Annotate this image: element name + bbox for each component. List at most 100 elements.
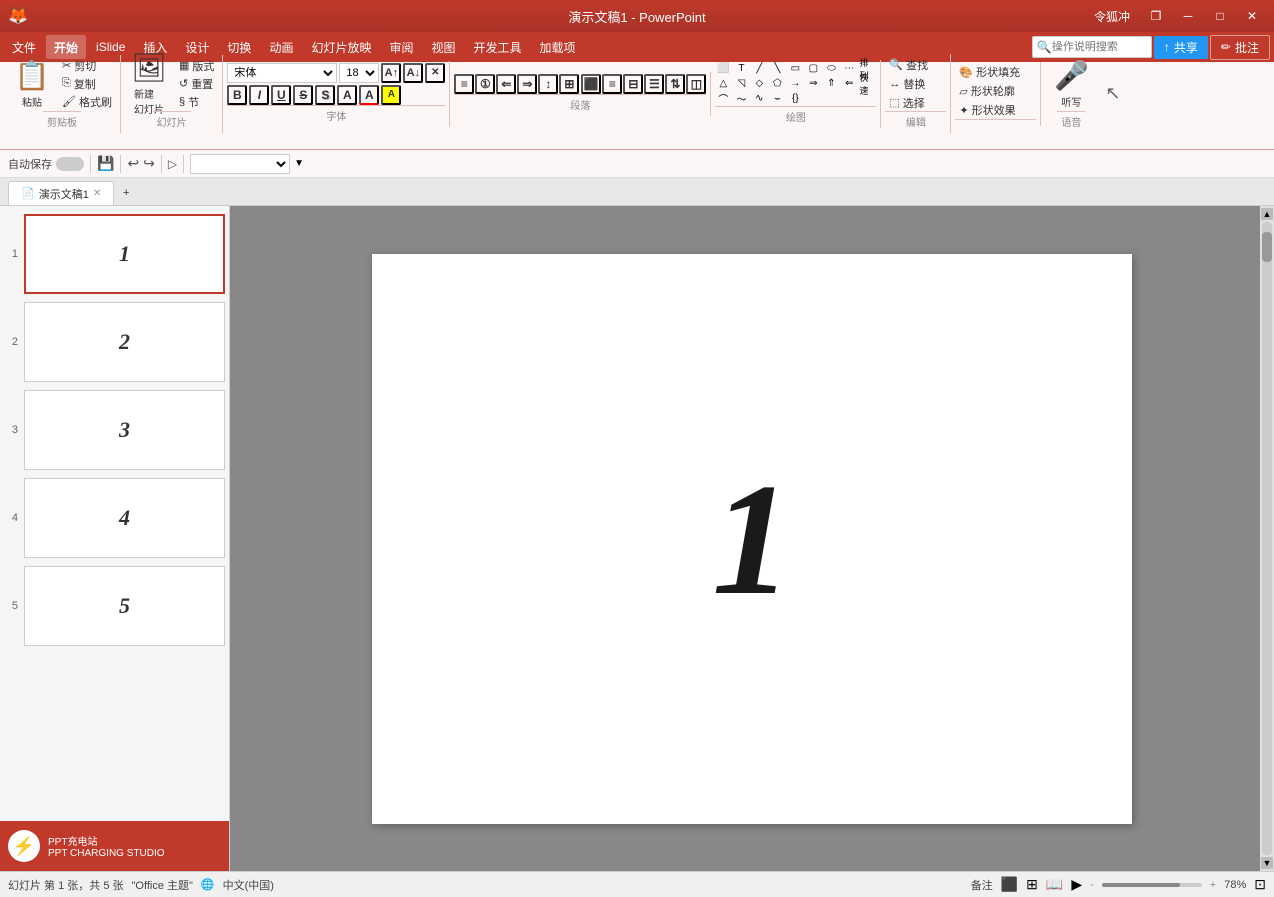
align-right-button[interactable]: ⊟: [623, 74, 643, 94]
bullet-button[interactable]: ≡: [454, 74, 474, 94]
shape-arrow4[interactable]: ⇐: [841, 77, 857, 91]
quick-access-select[interactable]: [190, 154, 290, 174]
menu-addins[interactable]: 加载项: [532, 35, 584, 59]
menu-transition[interactable]: 切换: [219, 35, 259, 59]
decrease-font-button[interactable]: A↓: [403, 63, 423, 83]
underline-button[interactable]: U: [271, 85, 291, 105]
char-spacing-button[interactable]: A: [337, 85, 357, 105]
italic-button[interactable]: I: [249, 85, 269, 105]
decrease-indent-button[interactable]: ⇐: [496, 74, 516, 94]
clear-format-button[interactable]: ✕: [425, 63, 445, 83]
layout-button[interactable]: ▦ 版式: [175, 57, 218, 74]
section-button[interactable]: § 节: [175, 93, 218, 110]
canvas-scrollbar[interactable]: ▲ ▼: [1260, 206, 1274, 871]
shape-bracket[interactable]: {}: [787, 92, 803, 106]
cut-button[interactable]: ✂ 剪切: [58, 57, 116, 74]
normal-view-button[interactable]: ⬛: [1001, 876, 1018, 893]
shape-arrow2[interactable]: ⇒: [805, 77, 821, 91]
undo-button[interactable]: ↩: [127, 155, 139, 172]
search-input[interactable]: [1052, 41, 1152, 53]
quick-style-btn[interactable]: 快速: [859, 77, 875, 91]
convert-to-smartart-button[interactable]: ◫: [686, 74, 706, 94]
bold-button[interactable]: B: [227, 85, 247, 105]
text-direction-button[interactable]: ⇅: [665, 74, 685, 94]
zoom-level[interactable]: 78%: [1224, 879, 1246, 891]
scroll-down-button[interactable]: ▼: [1261, 857, 1273, 869]
autosave-toggle[interactable]: [56, 157, 84, 171]
shape-more[interactable]: ⋯: [841, 62, 857, 76]
save-button[interactable]: 💾: [97, 155, 114, 172]
close-button[interactable]: ✕: [1238, 6, 1266, 26]
maximize-button[interactable]: □: [1206, 6, 1234, 26]
slide-item-3[interactable]: 3 3: [4, 390, 225, 470]
font-color-button[interactable]: A: [359, 85, 379, 105]
menu-developer[interactable]: 开发工具: [466, 35, 530, 59]
slide-thumb-3[interactable]: 3: [24, 390, 225, 470]
shape-text[interactable]: T: [733, 62, 749, 76]
slide-sorter-button[interactable]: ⊞: [1026, 876, 1038, 893]
slide-item-5[interactable]: 5 5: [4, 566, 225, 646]
more-button[interactable]: ▼: [294, 158, 304, 169]
shape-tri[interactable]: △: [715, 77, 731, 91]
slideshow-view-button[interactable]: ▶: [1071, 876, 1082, 893]
shape-rtri[interactable]: ◹: [733, 77, 749, 91]
review-button[interactable]: ✏ 批注: [1210, 35, 1270, 60]
slide-thumb-5[interactable]: 5: [24, 566, 225, 646]
num-list-button[interactable]: ①: [475, 74, 495, 94]
shape-curve[interactable]: ⌒: [715, 92, 731, 106]
shape-scribble[interactable]: ∿: [751, 92, 767, 106]
columns-button[interactable]: ⊞: [559, 74, 579, 94]
shape-line2[interactable]: ╲: [769, 62, 785, 76]
slide-thumb-4[interactable]: 4: [24, 478, 225, 558]
shape-diamond[interactable]: ◇: [751, 77, 767, 91]
new-slide-button[interactable]: 🖼 新建 幻灯片: [125, 57, 173, 111]
shape-fill-button[interactable]: 🎨 形状填充: [955, 64, 1036, 81]
font-family-select[interactable]: 宋体: [227, 63, 337, 83]
align-center-button[interactable]: ≡: [602, 74, 622, 94]
shape-arc[interactable]: ⌣: [769, 92, 785, 106]
dictate-button[interactable]: 🎤 听写: [1047, 57, 1095, 111]
fit-window-button[interactable]: ⊡: [1254, 876, 1266, 893]
increase-indent-button[interactable]: ⇒: [517, 74, 537, 94]
slide-tab-1[interactable]: 📄 演示文稿1 ✕: [8, 181, 114, 205]
shape-arrow3[interactable]: ⇑: [823, 77, 839, 91]
align-left-button[interactable]: ⬛: [581, 74, 601, 94]
zoom-plus[interactable]: +: [1210, 879, 1216, 891]
zoom-minus[interactable]: -: [1090, 879, 1094, 891]
restore-mode-button[interactable]: ❐: [1142, 6, 1170, 26]
shape-rounded-rect[interactable]: ▢: [805, 62, 821, 76]
highlight-button[interactable]: A: [381, 85, 401, 105]
increase-font-button[interactable]: A↑: [381, 63, 401, 83]
copy-button[interactable]: ⎘ 复制: [58, 75, 116, 92]
shape-outline-button[interactable]: ▱ 形状轮廓: [955, 83, 1036, 100]
redo-button[interactable]: ↪: [143, 155, 155, 172]
zoom-bar[interactable]: [1102, 883, 1202, 887]
slide-tab-new[interactable]: +: [114, 181, 138, 205]
slide-canvas[interactable]: 1: [372, 254, 1132, 824]
reading-view-button[interactable]: 📖: [1046, 876, 1063, 893]
menu-slideshow[interactable]: 幻灯片放映: [303, 35, 379, 59]
shape-oval[interactable]: ⬭: [823, 62, 839, 76]
scroll-up-button[interactable]: ▲: [1261, 208, 1273, 220]
slide-item-2[interactable]: 2 2: [4, 302, 225, 382]
justify-button[interactable]: ☰: [644, 74, 664, 94]
slide-thumb-1[interactable]: 1: [24, 214, 225, 294]
paste-button[interactable]: 📋 粘贴: [8, 57, 56, 111]
slide-thumb-2[interactable]: 2: [24, 302, 225, 382]
replace-button[interactable]: ↔ 替换: [885, 75, 946, 92]
menu-review[interactable]: 审阅: [381, 35, 421, 59]
font-size-select[interactable]: 18: [339, 63, 379, 83]
menu-animation[interactable]: 动画: [261, 35, 301, 59]
notes-button[interactable]: 备注: [971, 877, 993, 893]
scroll-thumb[interactable]: [1262, 232, 1272, 262]
minimize-button[interactable]: ─: [1174, 6, 1202, 26]
shape-freeform[interactable]: 〜: [733, 92, 749, 106]
present-button[interactable]: ▷: [168, 157, 177, 171]
shape-arrow[interactable]: →: [787, 77, 803, 91]
slide-item-4[interactable]: 4 4: [4, 478, 225, 558]
line-spacing-button[interactable]: ↕: [538, 74, 558, 94]
find-button[interactable]: 🔍 查找: [885, 56, 946, 73]
shadow-button[interactable]: S: [315, 85, 335, 105]
shape-line[interactable]: ╱: [751, 62, 767, 76]
tab-close-button[interactable]: ✕: [93, 188, 101, 199]
